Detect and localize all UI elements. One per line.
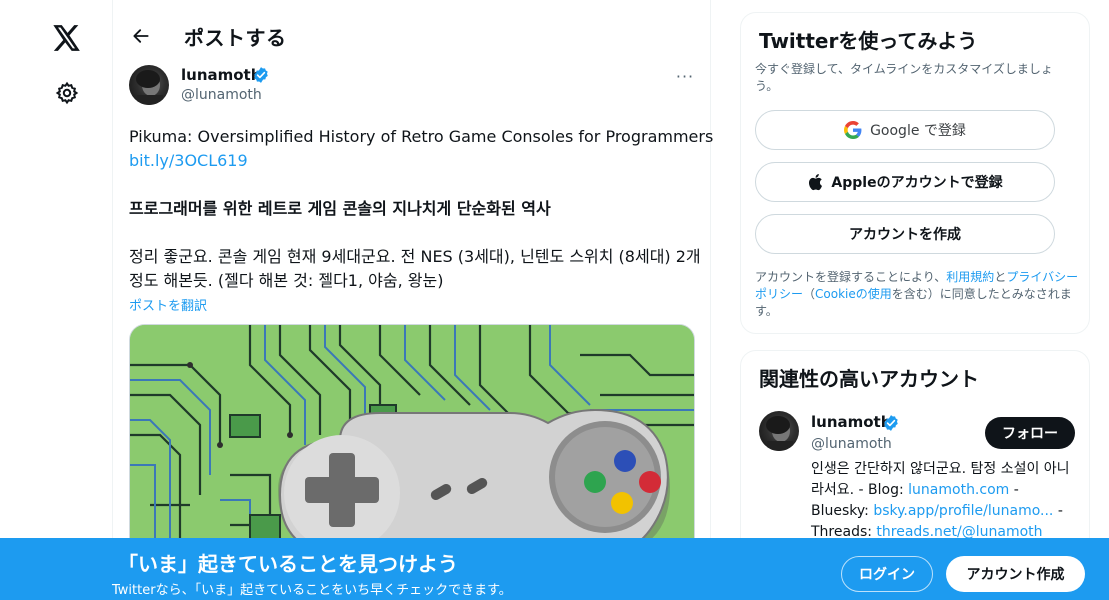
terms-paren: （	[803, 287, 816, 301]
google-signup-button[interactable]: Google で登録	[755, 110, 1055, 150]
terms-prefix: アカウントを登録することにより、	[755, 270, 947, 284]
apple-signup-label: Appleのアカウントで登録	[831, 175, 1003, 191]
terms-and: と	[994, 270, 1007, 284]
related-account-bio: 인생은 간단하지 않더군요. 탐정 소설이 아니 라서요. - Blog: lu…	[811, 459, 1081, 543]
follow-button[interactable]: フォロー	[985, 417, 1075, 449]
signup-card-title: Twitterを使ってみよう	[759, 29, 978, 53]
signup-button[interactable]: アカウント作成	[946, 556, 1085, 592]
signup-card-subtitle: 今すぐ登録して、タイムラインをカスタマイズしましょう。	[755, 62, 1053, 93]
bottom-signup-banner: 「いま」起きていることを見つけよう Twitterなら、「いま」起きていることを…	[0, 538, 1109, 600]
bio-text: -	[1009, 482, 1019, 498]
arrow-left-icon[interactable]	[127, 22, 155, 50]
author-name[interactable]: lunamoth	[181, 66, 261, 84]
banner-title: 「いま」起きていることを見つけよう	[118, 552, 458, 576]
apple-signup-button[interactable]: Appleのアカウントで登録	[755, 162, 1055, 202]
bio-line: 라서요. - Blog: lunamoth.com -	[811, 480, 1081, 501]
terms-text: アカウントを登録することにより、利用規約とプライバシーポリシー（Cookieの使…	[755, 269, 1085, 320]
avatar[interactable]	[759, 411, 799, 451]
tweet-media-image[interactable]	[129, 324, 695, 554]
google-icon	[844, 121, 862, 139]
blog-link[interactable]: lunamoth.com	[908, 482, 1009, 498]
bio-line: 인생은 간단하지 않더군요. 탐정 소설이 아니	[811, 461, 1070, 477]
verified-badge-icon	[254, 67, 268, 83]
google-signup-label: Google で登録	[870, 123, 966, 139]
left-nav	[0, 0, 112, 600]
verified-badge-icon	[884, 415, 898, 431]
post-header: ポストする	[113, 0, 710, 72]
cookie-use-link[interactable]: Cookieの使用	[815, 287, 892, 301]
terms-of-service-link[interactable]: 利用規約	[946, 270, 994, 284]
bio-text: 라서요. - Blog:	[811, 482, 909, 498]
tweet-bold-line: 프로그래머를 위한 레트로 게임 콘솔의 지나치게 단순화된 역사	[129, 199, 551, 218]
author-handle[interactable]: @lunamoth	[181, 87, 262, 103]
translate-link[interactable]: ポストを翻訳	[129, 295, 207, 314]
page-title: ポストする	[184, 26, 287, 50]
tweet-link[interactable]: bit.ly/3OCL619	[129, 149, 699, 173]
avatar[interactable]	[129, 65, 169, 105]
main-column: ポストする lunamoth @lunamoth ··· Pikuma: Ove…	[112, 0, 714, 600]
login-button[interactable]: ログイン	[841, 556, 933, 592]
tweet-body-line: 정리 좋군요. 콘솔 게임 현재 9세대군요. 전 NES (3세대), 닌텐도…	[129, 247, 701, 266]
right-sidebar: Twitterを使ってみよう 今すぐ登録して、タイムラインをカスタマイズしましょ…	[740, 0, 1090, 600]
gear-icon[interactable]	[45, 71, 89, 115]
bio-text: Bluesky:	[811, 503, 874, 519]
bio-text: -	[1053, 503, 1063, 519]
signup-card: Twitterを使ってみよう 今すぐ登録して、タイムラインをカスタマイズしましょ…	[740, 12, 1090, 334]
related-account-handle[interactable]: @lunamoth	[811, 436, 892, 452]
app-root: ポストする lunamoth @lunamoth ··· Pikuma: Ove…	[0, 0, 1109, 600]
related-account-name[interactable]: lunamoth	[811, 413, 891, 431]
tweet-line-title: Pikuma: Oversimplified History of Retro …	[129, 127, 714, 146]
create-account-label: アカウントを作成	[849, 227, 961, 243]
banner-subtitle: Twitterなら、「いま」起きていることをいち早くチェックできます。	[112, 583, 512, 598]
tweet-text: Pikuma: Oversimplified History of Retro …	[129, 125, 714, 293]
bio-line: Bluesky: bsky.app/profile/lunamo... -	[811, 501, 1081, 522]
create-account-button[interactable]: アカウントを作成	[755, 214, 1055, 254]
more-options-icon[interactable]: ···	[673, 64, 697, 88]
x-logo-icon[interactable]	[45, 16, 89, 60]
apple-icon	[807, 173, 823, 191]
related-card-title: 関連性の高いアカウント	[759, 367, 979, 391]
bluesky-link[interactable]: bsky.app/profile/lunamo...	[873, 503, 1053, 519]
tweet-body-line: 정도 해본듯. (젤다 해본 것: 젤다1, 야숨, 왕눈)	[129, 271, 444, 290]
